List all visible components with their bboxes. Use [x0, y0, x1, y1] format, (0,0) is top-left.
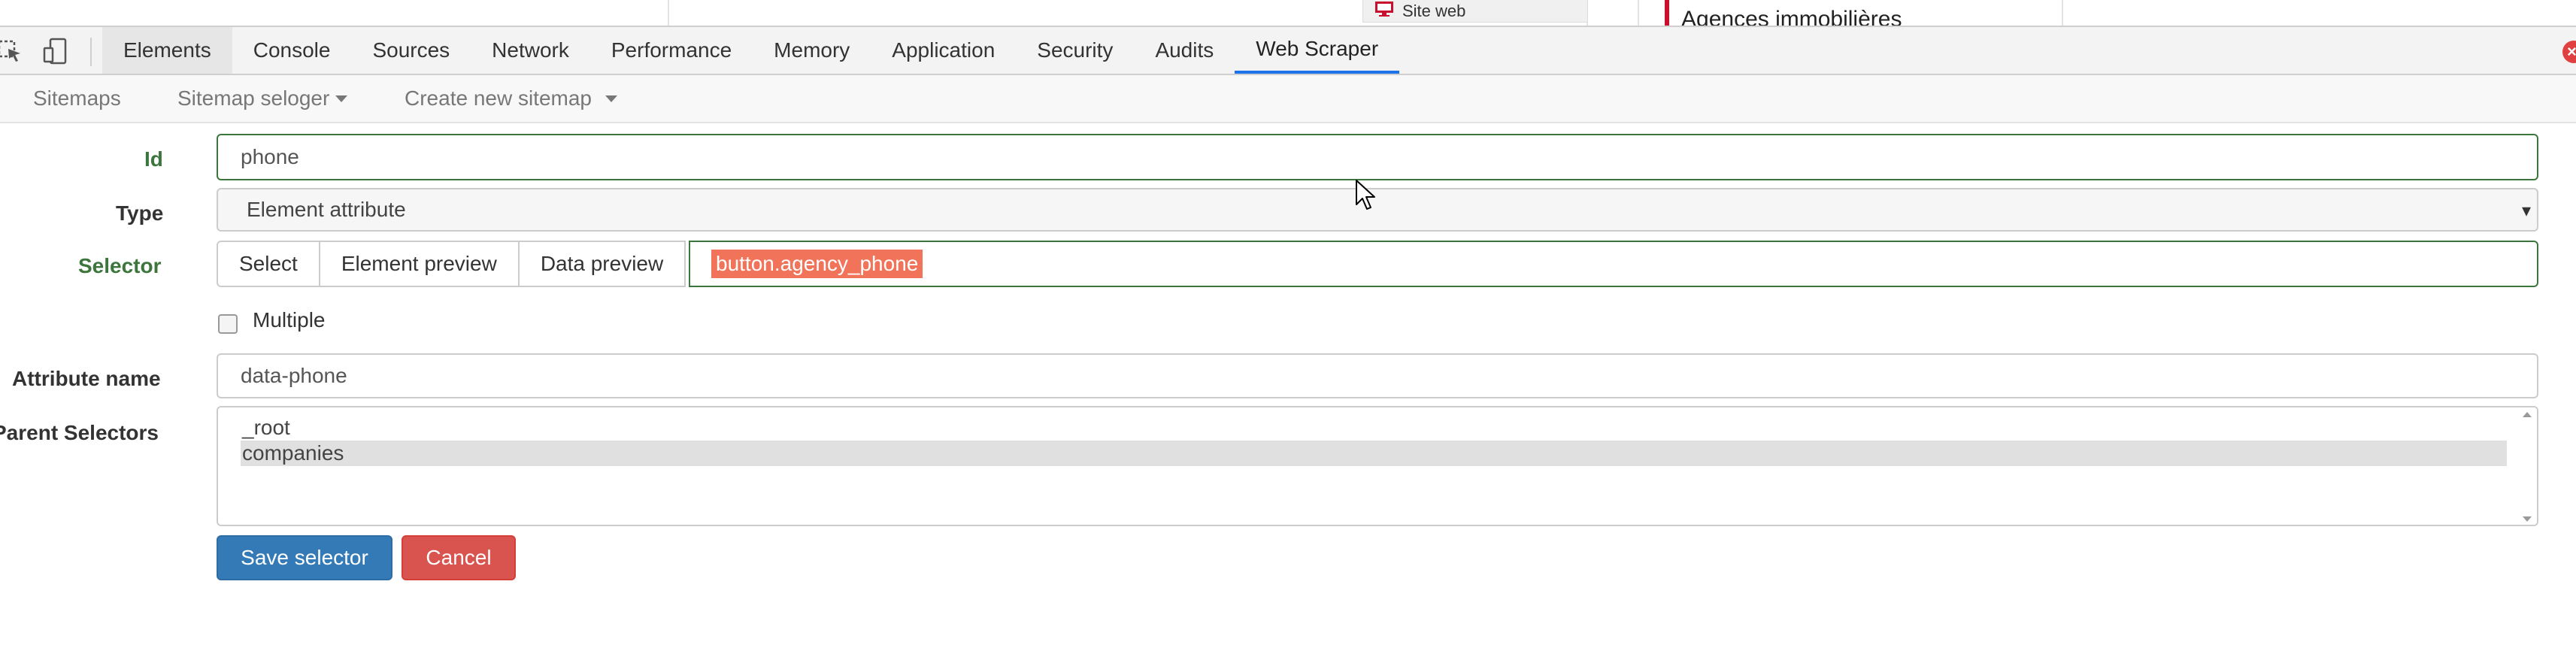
- selector-label: Selector: [78, 254, 162, 277]
- devtools-tab-bar: Elements Console Sources Network Perform…: [0, 26, 2576, 75]
- toolbar-separator: [90, 38, 92, 66]
- device-toolbar-icon[interactable]: [41, 36, 71, 66]
- scraper-nav: Sitemaps Sitemap seloger Create new site…: [0, 75, 2576, 123]
- listbox-scrollbar[interactable]: [2522, 412, 2532, 522]
- inspected-page-strip: Site web Agences immobilières: [0, 0, 2576, 26]
- nav-sitemaps-label: Sitemaps: [33, 86, 121, 110]
- cancel-button[interactable]: Cancel: [402, 535, 516, 580]
- parent-selectors-label: Parent Selectors: [0, 421, 159, 444]
- nav-create-new-sitemap[interactable]: Create new sitemap: [405, 75, 618, 122]
- caret-down-icon: [605, 95, 618, 102]
- selector-value: button.agency_phone: [711, 250, 923, 278]
- attribute-name-label: Attribute name: [12, 367, 161, 390]
- tab-console[interactable]: Console: [232, 27, 352, 74]
- nav-sitemaps[interactable]: Sitemaps: [33, 75, 121, 122]
- parent-selector-option[interactable]: _root: [241, 415, 2507, 441]
- site-web-label: Site web: [1402, 1, 1466, 20]
- site-web-link[interactable]: Site web: [1362, 0, 1588, 23]
- parent-selectors-list[interactable]: _root companies: [217, 406, 2538, 526]
- close-icon[interactable]: ×: [2562, 41, 2576, 63]
- select-button[interactable]: Select: [217, 241, 320, 287]
- save-selector-button[interactable]: Save selector: [217, 535, 392, 580]
- selector-input[interactable]: button.agency_phone: [689, 241, 2538, 287]
- tab-performance[interactable]: Performance: [590, 27, 753, 74]
- caret-down-icon: [335, 95, 348, 102]
- agences-heading: Agences immobilières: [1665, 0, 1902, 26]
- multiple-checkbox[interactable]: [218, 314, 238, 334]
- nav-create-label: Create new sitemap: [405, 86, 592, 110]
- parent-selector-option-selected[interactable]: companies: [241, 441, 2507, 466]
- scroll-up-icon: [2523, 412, 2532, 417]
- id-label: Id: [144, 147, 163, 171]
- tab-application[interactable]: Application: [871, 27, 1016, 74]
- id-input[interactable]: phone: [217, 134, 2538, 180]
- nav-sitemap-seloger[interactable]: Sitemap seloger: [177, 75, 348, 122]
- nav-sitemap-seloger-label: Sitemap seloger: [177, 86, 330, 110]
- inspect-element-icon[interactable]: [0, 36, 26, 66]
- tab-security[interactable]: Security: [1016, 27, 1134, 74]
- element-preview-button[interactable]: Element preview: [318, 241, 520, 287]
- monitor-icon: [1374, 1, 1395, 22]
- type-label: Type: [116, 201, 164, 225]
- devtools-tabs: Elements Console Sources Network Perform…: [102, 27, 1400, 74]
- data-preview-button[interactable]: Data preview: [517, 241, 686, 287]
- tab-elements[interactable]: Elements: [102, 27, 232, 74]
- scroll-down-icon: [2523, 516, 2532, 522]
- selector-button-group: Select Element preview Data preview: [217, 241, 686, 287]
- multiple-label: Multiple: [253, 308, 326, 332]
- tab-memory[interactable]: Memory: [753, 27, 871, 74]
- dropdown-arrow-icon: ▾: [2521, 201, 2531, 221]
- type-select[interactable]: Element attribute ▾: [217, 188, 2538, 232]
- tab-web-scraper[interactable]: Web Scraper: [1235, 27, 1400, 74]
- type-select-value: Element attribute: [247, 198, 406, 221]
- attribute-name-input[interactable]: data-phone: [217, 353, 2538, 398]
- mouse-pointer-icon: [1356, 180, 1375, 210]
- tab-network[interactable]: Network: [471, 27, 590, 74]
- tab-audits[interactable]: Audits: [1134, 27, 1235, 74]
- tab-sources[interactable]: Sources: [351, 27, 471, 74]
